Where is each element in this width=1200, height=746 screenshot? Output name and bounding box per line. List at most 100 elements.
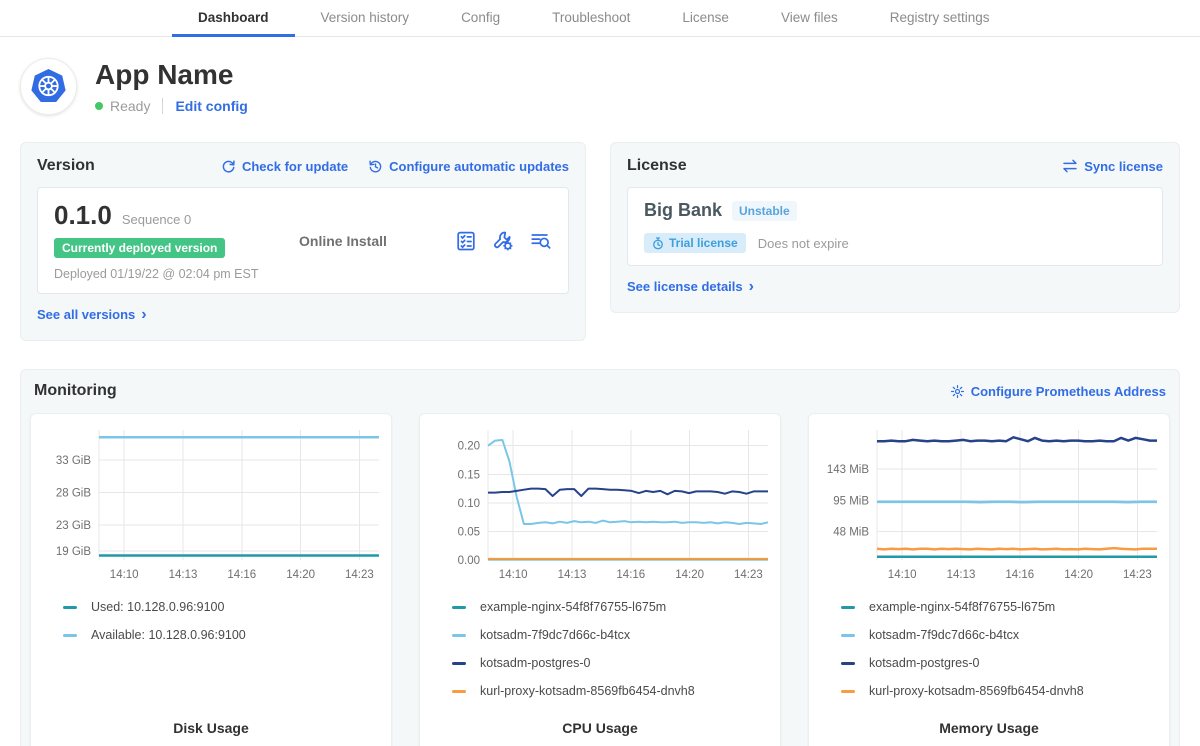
legend-label: example-nginx-54f8f76755-l675m — [869, 600, 1055, 614]
x-tick-label: 14:20 — [286, 569, 315, 581]
legend-item: kotsadm-7f9dc7d66c-b4tcx — [841, 621, 1159, 649]
view-logs-icon[interactable] — [529, 230, 552, 252]
check-for-update-link[interactable]: Check for update — [221, 159, 348, 174]
legend-memory-usage: example-nginx-54f8f76755-l675m kotsadm-7f… — [819, 593, 1159, 705]
legend-item: Available: 10.128.0.96:9100 — [63, 621, 381, 649]
chart-title-memory-usage: Memory Usage — [819, 720, 1159, 736]
legend-dash-icon — [452, 606, 466, 609]
y-tick-label: 23 GiB — [56, 520, 91, 532]
legend-label: kotsadm-7f9dc7d66c-b4tcx — [869, 628, 1019, 642]
license-card-title: License — [627, 157, 687, 175]
license-expiry: Does not expire — [758, 236, 849, 251]
legend-dash-icon — [841, 634, 855, 637]
tab-dashboard[interactable]: Dashboard — [172, 0, 295, 37]
version-card: Version Check for update Configure autom… — [20, 142, 586, 341]
configure-prometheus-link[interactable]: Configure Prometheus Address — [950, 384, 1166, 399]
version-number: 0.1.0 — [54, 200, 112, 231]
tab-version-history[interactable]: Version history — [295, 0, 436, 37]
legend-dash-icon — [63, 606, 77, 609]
legend-item: kurl-proxy-kotsadm-8569fb6454-dnvh8 — [452, 677, 770, 705]
x-tick-label: 14:16 — [1005, 569, 1034, 581]
legend-label: kotsadm-postgres-0 — [869, 656, 979, 670]
stopwatch-icon — [652, 237, 664, 250]
monitoring-section: Monitoring Configure Prometheus Address … — [20, 369, 1180, 746]
legend-label: Used: 10.128.0.96:9100 — [91, 600, 224, 614]
status-dot-icon — [95, 102, 103, 110]
y-tick-label: 143 MiB — [827, 464, 870, 476]
x-tick-label: 14:10 — [110, 569, 139, 581]
disk-usage-plot: 19 GiB23 GiB28 GiB33 GiB14:1014:1314:161… — [41, 422, 383, 585]
tab-license[interactable]: License — [656, 0, 755, 37]
tab-view-files[interactable]: View files — [755, 0, 864, 37]
y-tick-label: 0.20 — [458, 441, 480, 453]
legend-dash-icon — [841, 690, 855, 693]
legend-item: Used: 10.128.0.96:9100 — [63, 593, 381, 621]
trial-license-badge: Trial license — [644, 233, 746, 253]
license-panel: Big Bank Unstable Trial license Does not… — [627, 187, 1163, 266]
legend-label: example-nginx-54f8f76755-l675m — [480, 600, 666, 614]
top-nav: Dashboard Version history Config Trouble… — [0, 0, 1200, 37]
x-tick-label: 14:16 — [616, 569, 645, 581]
chart-title-cpu-usage: CPU Usage — [430, 720, 770, 736]
current-version-panel: 0.1.0 Sequence 0 Currently deployed vers… — [37, 187, 569, 294]
legend-item: kurl-proxy-kotsadm-8569fb6454-dnvh8 — [841, 677, 1159, 705]
y-tick-label: 19 GiB — [56, 546, 91, 558]
kubernetes-logo-icon — [20, 58, 77, 115]
config-wrench-icon[interactable] — [492, 230, 514, 252]
chart-card-cpu-usage: 0.000.050.100.150.2014:1014:1314:1614:20… — [419, 413, 781, 746]
app-header: App Name Ready Edit config — [20, 58, 1180, 115]
y-tick-label: 28 GiB — [56, 487, 91, 499]
legend-item: kotsadm-7f9dc7d66c-b4tcx — [452, 621, 770, 649]
chart-title-disk-usage: Disk Usage — [41, 720, 381, 736]
x-tick-label: 14:23 — [734, 569, 763, 581]
series-line — [877, 437, 1157, 441]
channel-badge: Unstable — [732, 201, 797, 221]
y-tick-label: 33 GiB — [56, 455, 91, 467]
y-tick-label: 0.00 — [458, 555, 480, 567]
install-type: Online Install — [279, 233, 455, 249]
legend-label: kotsadm-postgres-0 — [480, 656, 590, 670]
sync-license-link[interactable]: Sync license — [1062, 159, 1163, 174]
x-tick-label: 14:13 — [558, 569, 587, 581]
gear-icon — [950, 384, 965, 399]
legend-dash-icon — [841, 662, 855, 665]
tab-troubleshoot[interactable]: Troubleshoot — [526, 0, 656, 37]
see-all-versions-link[interactable]: See all versions› — [37, 307, 147, 322]
legend-dash-icon — [841, 606, 855, 609]
legend-dash-icon — [452, 690, 466, 693]
series-line — [877, 548, 1157, 549]
version-card-title: Version — [37, 157, 95, 175]
y-tick-label: 0.10 — [458, 498, 480, 510]
legend-item: kotsadm-postgres-0 — [452, 649, 770, 677]
schedule-update-icon — [368, 159, 383, 174]
legend-item: kotsadm-postgres-0 — [841, 649, 1159, 677]
x-tick-label: 14:20 — [1064, 569, 1093, 581]
legend-cpu-usage: example-nginx-54f8f76755-l675m kotsadm-7f… — [430, 593, 770, 705]
monitoring-title: Monitoring — [34, 382, 117, 400]
version-sequence: Sequence 0 — [122, 212, 191, 227]
legend-label: Available: 10.128.0.96:9100 — [91, 628, 246, 642]
chevron-right-icon: › — [141, 309, 146, 321]
release-notes-icon[interactable] — [455, 230, 477, 252]
configure-automatic-updates-link[interactable]: Configure automatic updates — [368, 159, 569, 174]
deployed-timestamp: Deployed 01/19/22 @ 02:04 pm EST — [54, 267, 279, 281]
tab-registry-settings[interactable]: Registry settings — [864, 0, 1016, 37]
see-license-details-link[interactable]: See license details› — [627, 279, 754, 294]
legend-dash-icon — [63, 634, 77, 637]
y-tick-label: 0.05 — [458, 526, 480, 538]
x-tick-label: 14:13 — [947, 569, 976, 581]
legend-label: kurl-proxy-kotsadm-8569fb6454-dnvh8 — [480, 684, 695, 698]
x-tick-label: 14:20 — [675, 569, 704, 581]
x-tick-label: 14:23 — [1123, 569, 1152, 581]
deployed-badge: Currently deployed version — [54, 238, 225, 258]
y-tick-label: 0.15 — [458, 469, 480, 481]
memory-usage-plot: 48 MiB95 MiB143 MiB14:1014:1314:1614:201… — [819, 422, 1161, 585]
series-line — [488, 489, 768, 496]
x-tick-label: 14:16 — [227, 569, 256, 581]
legend-item: example-nginx-54f8f76755-l675m — [452, 593, 770, 621]
edit-config-link[interactable]: Edit config — [175, 98, 247, 114]
license-name: Big Bank — [644, 200, 722, 221]
divider — [162, 98, 163, 114]
tab-config[interactable]: Config — [435, 0, 526, 37]
legend-dash-icon — [452, 634, 466, 637]
